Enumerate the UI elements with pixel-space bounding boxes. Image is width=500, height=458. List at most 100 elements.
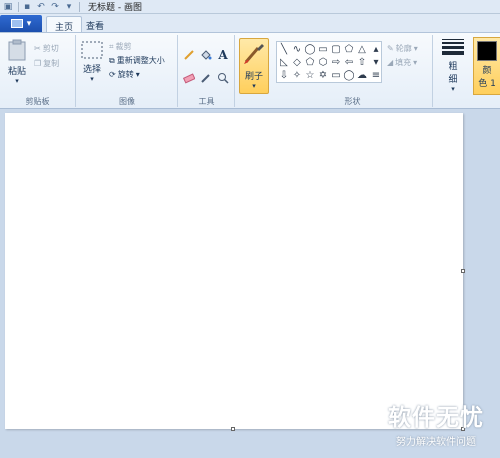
crop-button[interactable]: ⌗ 裁剪 — [109, 41, 132, 52]
crop-icon: ⌗ — [109, 41, 114, 51]
chevron-down-icon: ▾ — [413, 58, 418, 67]
brushes-button[interactable]: 刷子 ▾ — [239, 38, 269, 94]
scroll-up-icon[interactable]: ▴ — [371, 43, 381, 55]
up-arrow-shape-icon[interactable]: ⇧ — [356, 56, 368, 68]
chevron-down-icon: ▾ — [90, 75, 94, 83]
select-button[interactable]: 选择 ▾ — [79, 41, 105, 83]
clipboard-icon — [8, 39, 26, 61]
chevron-down-icon: ▾ — [413, 44, 418, 53]
diamond-shape-icon[interactable]: ◇ — [291, 56, 303, 68]
down-arrow-shape-icon[interactable]: ⇩ — [278, 69, 290, 81]
customize-quick-access-icon[interactable]: ▾ — [63, 1, 75, 12]
copy-icon: ❐ — [34, 59, 42, 68]
cut-button[interactable]: ✂ 剪切 — [34, 43, 59, 54]
color1-swatch — [477, 41, 497, 61]
rectangle-shape-icon[interactable]: ▭ — [317, 43, 329, 55]
clipboard-group-label: 剪贴板 — [25, 97, 50, 106]
resize-label: 重新调整大小 — [116, 56, 165, 65]
drawing-canvas[interactable] — [5, 113, 463, 429]
scroll-down-icon[interactable]: ▾ — [371, 56, 381, 68]
redo-icon[interactable]: ↷ — [49, 1, 61, 12]
shapes-gallery: ╲ ∿ ◯ ▭ ▢ ⬠ △ ◺ ◇ ⬠ ⬡ ⇨ ⇦ ⇧ ⇩ ✧ ☆ ✡ ▭ ◯ … — [276, 41, 382, 83]
chevron-down-icon: ▾ — [15, 77, 19, 85]
hexagon-shape-icon[interactable]: ⬡ — [317, 56, 329, 68]
fill-icon: ◢ — [387, 58, 394, 67]
fill-button[interactable]: ◢ 填充 ▾ — [387, 57, 417, 68]
watermark-main: 软件无忧 — [388, 405, 484, 431]
outline-label: 轮廓 — [395, 44, 412, 53]
divider — [79, 1, 80, 12]
text-tool-icon[interactable]: A — [215, 47, 231, 62]
rounded-rectangle-shape-icon[interactable]: ▢ — [330, 43, 342, 55]
fill-bucket-icon[interactable] — [198, 47, 214, 62]
size-label-1: 粗 — [448, 62, 458, 72]
left-arrow-shape-icon[interactable]: ⇦ — [343, 56, 355, 68]
polygon-shape-icon[interactable]: ⬠ — [343, 43, 355, 55]
right-arrow-shape-icon[interactable]: ⇨ — [330, 56, 342, 68]
brush-icon — [244, 44, 264, 64]
size-label-2: 细 — [448, 75, 458, 85]
tools-group: A 工具 — [179, 35, 235, 107]
scissors-icon: ✂ — [34, 44, 41, 53]
triangle-shape-icon[interactable]: △ — [356, 43, 368, 55]
color1-label-1: 颜 — [482, 66, 492, 76]
watermark: 软件无忧 努力解决软件问题 — [374, 398, 498, 448]
copy-label: 复制 — [43, 59, 60, 68]
oval-callout-shape-icon[interactable]: ◯ — [343, 69, 355, 81]
app-icon[interactable]: ▣ — [2, 1, 14, 12]
four-point-star-shape-icon[interactable]: ✧ — [291, 69, 303, 81]
cut-label: 剪切 — [42, 44, 59, 53]
divider — [18, 1, 19, 12]
resize-handle-bottom[interactable] — [231, 427, 235, 431]
color-picker-icon[interactable] — [198, 70, 214, 85]
file-menu-icon — [10, 19, 23, 28]
ribbon: 粘贴 ▾ ✂ 剪切 ❐ 复制 剪贴板 选择 ▾ ⌗ 裁剪 ⧉ 重新调整大小 ⟳ … — [0, 32, 500, 109]
file-menu-button[interactable]: ▾ — [0, 15, 42, 32]
watermark-sub: 努力解决软件问题 — [396, 437, 476, 448]
image-group-label: 图像 — [119, 97, 135, 106]
window-title: 无标题 - 画图 — [88, 3, 142, 13]
right-triangle-shape-icon[interactable]: ◺ — [278, 56, 290, 68]
pentagon-shape-icon[interactable]: ⬠ — [304, 56, 316, 68]
image-group: 选择 ▾ ⌗ 裁剪 ⧉ 重新调整大小 ⟳ 旋转 ▾ 图像 — [77, 35, 178, 107]
tab-home[interactable]: 主页 — [46, 16, 83, 33]
paste-button[interactable]: 粘贴 ▾ — [4, 39, 30, 85]
resize-button[interactable]: ⧉ 重新调整大小 — [109, 55, 165, 66]
chevron-down-icon: ▾ — [135, 70, 140, 79]
rotate-label: 旋转 — [117, 70, 134, 79]
outline-button[interactable]: ✎ 轮廓 ▾ — [387, 43, 418, 54]
size-button[interactable]: 粗 细 ▾ — [437, 39, 469, 93]
eraser-icon[interactable] — [181, 70, 197, 85]
copy-button[interactable]: ❐ 复制 — [34, 58, 59, 69]
ribbon-tabs: ▾ 主页 查看 — [0, 14, 500, 33]
expand-gallery-icon[interactable]: ≡ — [371, 69, 381, 81]
oval-shape-icon[interactable]: ◯ — [304, 43, 316, 55]
paste-label: 粘贴 — [7, 67, 26, 77]
pencil-icon[interactable] — [181, 47, 197, 62]
resize-handle-right[interactable] — [461, 269, 465, 273]
fill-label: 填充 — [395, 58, 412, 67]
resize-icon: ⧉ — [109, 55, 115, 65]
chevron-down-icon: ▾ — [26, 18, 32, 29]
rounded-callout-shape-icon[interactable]: ▭ — [330, 69, 342, 81]
save-icon[interactable]: ▪ — [21, 1, 33, 12]
curve-shape-icon[interactable]: ∿ — [291, 43, 303, 55]
undo-icon[interactable]: ↶ — [35, 1, 47, 12]
six-point-star-shape-icon[interactable]: ✡ — [317, 69, 329, 81]
magnifier-icon[interactable] — [215, 70, 231, 85]
tools-group-label: 工具 — [198, 97, 215, 106]
cloud-callout-shape-icon[interactable]: ☁ — [356, 69, 368, 81]
line-shape-icon[interactable]: ╲ — [278, 43, 290, 55]
tab-view[interactable]: 查看 — [78, 16, 112, 33]
chevron-down-icon: ▾ — [252, 82, 256, 90]
color1-button[interactable]: 颜 色 1 — [473, 37, 500, 95]
brushes-label: 刷子 — [244, 72, 263, 82]
five-point-star-shape-icon[interactable]: ☆ — [304, 69, 316, 81]
rotate-icon: ⟳ — [109, 70, 116, 79]
color1-label-2: 色 1 — [478, 79, 496, 89]
rotate-button[interactable]: ⟳ 旋转 ▾ — [109, 69, 140, 80]
shapes-group: ╲ ∿ ◯ ▭ ▢ ⬠ △ ◺ ◇ ⬠ ⬡ ⇨ ⇦ ⇧ ⇩ ✧ ☆ ✡ ▭ ◯ … — [273, 35, 433, 107]
select-label: 选择 — [82, 65, 101, 75]
line-size-icon — [442, 39, 464, 55]
select-rect-icon — [81, 41, 103, 59]
